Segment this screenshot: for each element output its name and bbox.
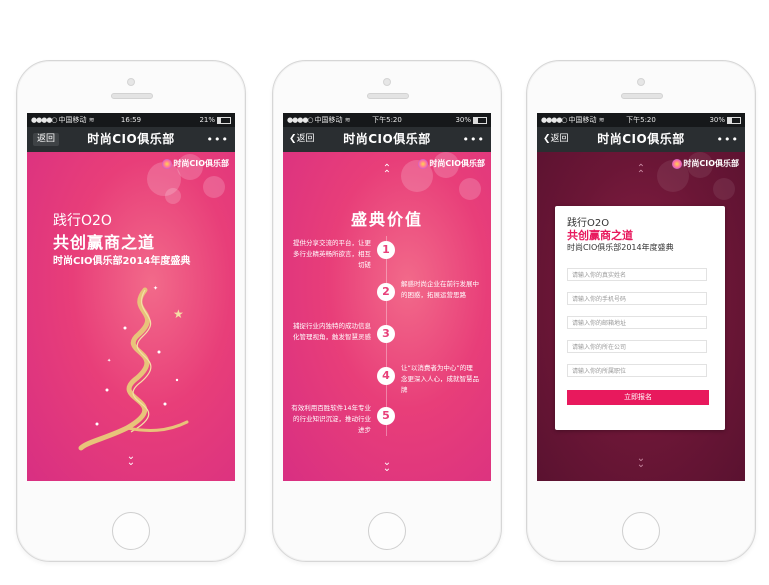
value-number-3: 3 — [377, 325, 395, 343]
form-headline-event: 时尚CIO俱乐部2014年度盛典 — [567, 243, 674, 252]
logo-text: 时尚CIO俱乐部 — [173, 159, 229, 168]
status-bar: ●●●●○ 中国移动 ≋ 下午5:20 30% — [537, 113, 745, 127]
battery-percent: 30% — [455, 116, 471, 124]
status-bar: ●●●●○ 中国移动 ≋ 下午5:20 30% — [283, 113, 491, 127]
battery-indicator: 30% — [709, 113, 741, 127]
name-field[interactable]: 请输入你的真实姓名 — [567, 268, 707, 281]
bokeh-light — [203, 176, 225, 198]
phone-screen-2: ●●●●○ 中国移动 ≋ 下午5:20 30% ❮返回 时尚CIO俱乐部 ••• … — [283, 113, 491, 481]
nav-bar: ❮返回 时尚CIO俱乐部 ••• — [537, 127, 745, 152]
value-number-5: 5 — [377, 407, 395, 425]
chevron-up-icon[interactable]: ⌃ ⌃ — [537, 164, 745, 180]
bokeh-light — [459, 178, 481, 200]
chevron-down-icon[interactable]: ⌄ ⌄ — [283, 458, 491, 474]
form-headline-main: 共创赢商之道 — [567, 229, 633, 242]
more-icon[interactable]: ••• — [717, 127, 739, 152]
email-field[interactable]: 请输入你的邮箱地址 — [567, 316, 707, 329]
chevron-down-icon[interactable]: ⌄ ⌄ — [27, 452, 235, 468]
headline-o2o: 践行O2O — [53, 213, 112, 229]
camera — [637, 78, 645, 86]
headline-event: 时尚CIO俱乐部2014年度盛典 — [53, 256, 191, 267]
chevron-down-icon[interactable]: ⌄ ⌄ — [537, 454, 745, 470]
battery-icon — [473, 116, 487, 124]
svg-text:★: ★ — [173, 307, 184, 321]
christmas-tree-illustration: ★ ✦ ✦ — [78, 285, 189, 451]
value-text-5: 有效利用百胜软件14年专业的行业知识沉淀，推动行业进步 — [291, 404, 371, 434]
company-field[interactable]: 请输入你的所在公司 — [567, 340, 707, 353]
headline-main: 共创赢商之道 — [53, 233, 156, 252]
battery-icon — [217, 116, 231, 124]
more-icon[interactable]: ••• — [463, 127, 485, 152]
value-text-3: 捕捉行业内独特的成功信息化管理视角，触发智慧灵感 — [293, 322, 371, 341]
nav-bar: ❮返回 时尚CIO俱乐部 ••• — [283, 127, 491, 152]
bokeh-light — [165, 188, 181, 204]
bokeh-light — [713, 178, 735, 200]
phone-screen-3: ●●●●○ 中国移动 ≋ 下午5:20 30% ❮返回 时尚CIO俱乐部 ••• … — [537, 113, 745, 481]
value-text-4: 让“以消费者为中心”的理念更深入人心，成就智慧品牌 — [401, 364, 479, 394]
position-field[interactable]: 请输入你的所属职位 — [567, 364, 707, 377]
slide-value: 时尚CIO俱乐部 ⌃ ⌃ 盛典价值 1 提供分享交流的平台，让更多行业精英畅所欲言… — [283, 152, 491, 481]
value-number-1: 1 — [377, 241, 395, 259]
home-button[interactable] — [368, 512, 406, 550]
value-number-4: 4 — [377, 367, 395, 385]
nav-title: 时尚CIO俱乐部 — [87, 132, 175, 146]
more-icon[interactable]: ••• — [207, 127, 229, 152]
nav-title: 时尚CIO俱乐部 — [343, 132, 431, 146]
home-button[interactable] — [622, 512, 660, 550]
phone-mockup-2: ●●●●○ 中国移动 ≋ 下午5:20 30% ❮返回 时尚CIO俱乐部 ••• … — [272, 60, 502, 562]
phone-field[interactable]: 请输入你的手机号码 — [567, 292, 707, 305]
speaker-grille — [621, 93, 663, 99]
phone-mockup-1: ●●●●○ 中国移动 ≋ 16:59 21% 返回 时尚CIO俱乐部 ••• 时尚… — [16, 60, 246, 562]
signup-form: 践行O2O 共创赢商之道 时尚CIO俱乐部2014年度盛典 请输入你的真实姓名 … — [555, 206, 725, 430]
camera — [127, 78, 135, 86]
slide-signup: 时尚CIO俱乐部 ⌃ ⌃ 践行O2O 共创赢商之道 时尚CIO俱乐部2014年度盛… — [537, 152, 745, 481]
camera — [383, 78, 391, 86]
battery-icon — [727, 116, 741, 124]
battery-percent: 30% — [709, 116, 725, 124]
value-title: 盛典价值 — [350, 210, 423, 229]
chevron-up-icon[interactable]: ⌃ ⌃ — [283, 164, 491, 180]
svg-text:✦: ✦ — [153, 285, 158, 292]
logo-ball-icon — [162, 158, 173, 169]
battery-percent: 21% — [199, 116, 215, 124]
speaker-grille — [111, 93, 153, 99]
svg-text:✦: ✦ — [107, 358, 111, 364]
battery-indicator: 21% — [199, 113, 231, 127]
register-button[interactable]: 立即报名 — [567, 390, 709, 405]
club-logo: 时尚CIO俱乐部 — [162, 158, 229, 169]
speaker-grille — [367, 93, 409, 99]
slide-intro: 时尚CIO俱乐部 践行O2O 共创赢商之道 时尚CIO俱乐部2014年度盛典 ★… — [27, 152, 235, 481]
battery-indicator: 30% — [455, 113, 487, 127]
value-text-1: 提供分享交流的平台，让更多行业精英畅所欲言，相互切磋 — [293, 239, 371, 269]
value-number-2: 2 — [377, 283, 395, 301]
nav-bar: 返回 时尚CIO俱乐部 ••• — [27, 127, 235, 152]
phone-screen-1: ●●●●○ 中国移动 ≋ 16:59 21% 返回 时尚CIO俱乐部 ••• 时尚… — [27, 113, 235, 481]
value-text-2: 解惑时尚企业在前行发展中的困惑，拓展运营思路 — [401, 280, 479, 299]
phone-mockup-3: ●●●●○ 中国移动 ≋ 下午5:20 30% ❮返回 时尚CIO俱乐部 ••• … — [526, 60, 756, 562]
home-button[interactable] — [112, 512, 150, 550]
status-bar: ●●●●○ 中国移动 ≋ 16:59 21% — [27, 113, 235, 127]
nav-title: 时尚CIO俱乐部 — [597, 132, 685, 146]
